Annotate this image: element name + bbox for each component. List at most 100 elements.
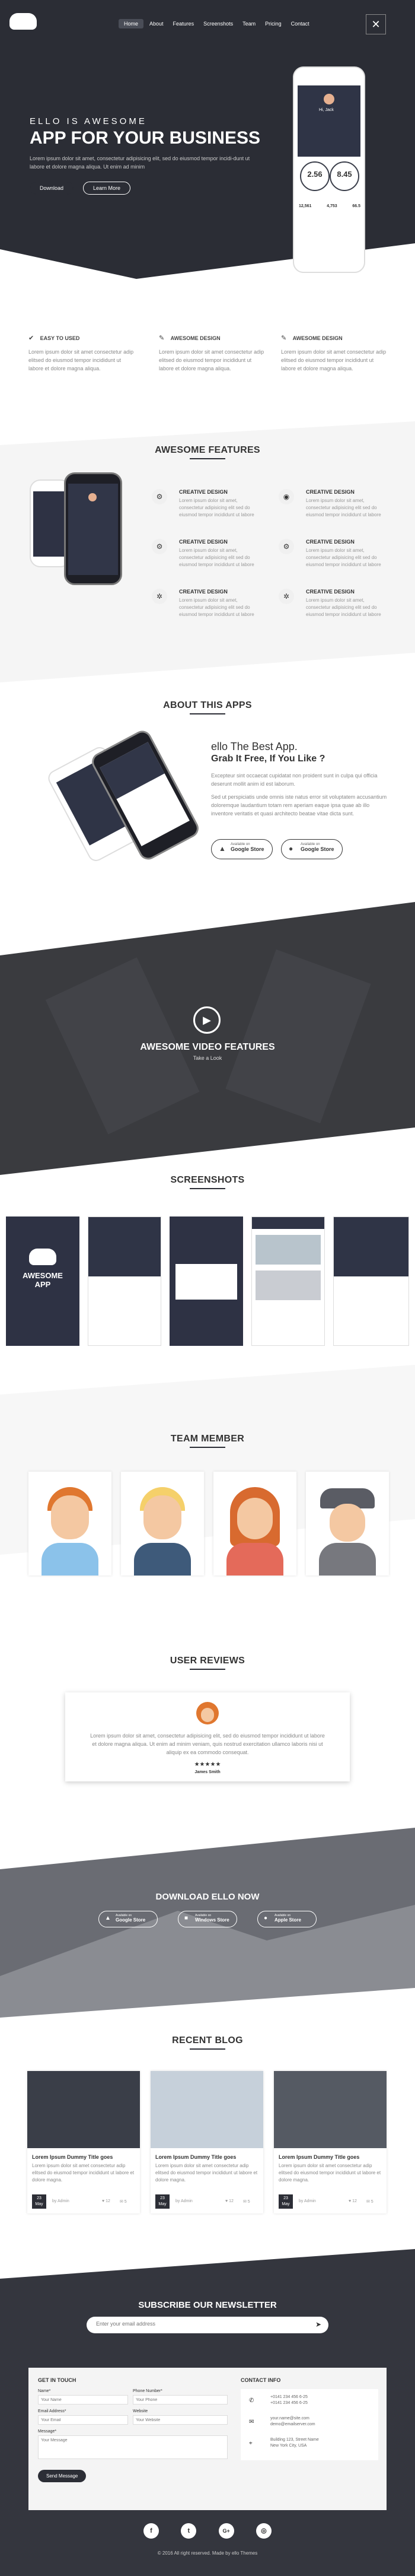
features-title: AWESOME FEATURES (155, 445, 260, 455)
name-field[interactable] (38, 2395, 128, 2405)
send-message-button[interactable]: Send Message (38, 2470, 87, 2482)
twitter-icon[interactable]: t (181, 2523, 197, 2539)
message-label: Message* (38, 2429, 57, 2434)
download-btn-windows[interactable]: ■ Available on Windows Store (178, 1911, 237, 1927)
highlight-item: ✎ AWESOME DESIGN Lorem ipsum dolor sit a… (159, 332, 266, 373)
shirt (319, 1543, 376, 1576)
blog-image (151, 2071, 263, 2148)
logo[interactable] (9, 13, 37, 30)
name-label: Name* (38, 2389, 51, 2393)
pencil-icon: ✎ (159, 335, 165, 342)
blog-author: by Admin (52, 2199, 69, 2203)
video-slants (0, 902, 415, 1175)
nav-contact[interactable]: Contact (288, 19, 313, 28)
team-member-2[interactable] (121, 1472, 204, 1576)
date-month: May (282, 2202, 290, 2206)
download-button[interactable]: Download (30, 182, 74, 195)
gear-icon: ⚙ (152, 539, 167, 554)
team-member-3[interactable] (213, 1472, 296, 1576)
cogs-icon: ✲ (279, 589, 294, 604)
dribbble-icon[interactable]: ◎ (256, 2523, 272, 2539)
face (143, 1495, 181, 1539)
features-bottom-slant (0, 653, 415, 682)
windows-icon: ■ (184, 1915, 189, 1921)
feature-desc: Lorem ipsum dolor sit amet, consectetur … (179, 498, 254, 517)
android-icon: ▲ (219, 844, 226, 853)
feature-desc: Lorem ipsum dolor sit amet, consectetur … (306, 548, 381, 567)
nav-screenshots[interactable]: Screenshots (200, 19, 237, 28)
highlight-item: ✎ AWESOME DESIGN Lorem ipsum dolor sit a… (281, 332, 388, 373)
avatar (324, 94, 334, 104)
send-icon[interactable]: ➤ (315, 2320, 321, 2329)
logo (29, 1249, 56, 1265)
google-store-button[interactable]: ▲ Available on Google Store (211, 839, 273, 859)
nav-team[interactable]: Team (239, 19, 259, 28)
download-title: DOWNLOAD ELLO NOW (155, 1892, 260, 1902)
about-p2: Sed ut perspiciatis unde omnis iste natu… (211, 794, 387, 817)
highlight-title: EASY TO USED (40, 335, 80, 341)
download-btn-google[interactable]: ▲ Available on Google Store (98, 1911, 158, 1927)
hero-section: Home About Features Screenshots Team Pri… (0, 0, 415, 279)
blog-image (27, 2071, 140, 2148)
phone-icon: ✆ (249, 2397, 254, 2404)
highlight-item: ✔ EASY TO USED Lorem ipsum dolor sit ame… (28, 332, 135, 373)
screenshot-stats[interactable] (88, 1216, 161, 1346)
about-p1: Excepteur sint occaecat cupidatat non pr… (211, 773, 378, 787)
location-icon: ⌖ (249, 2440, 253, 2447)
screenshot-splash[interactable]: AWESOME APP (6, 1216, 79, 1346)
screenshots-section: SCREENSHOTS AWESOME APP (0, 1175, 415, 1359)
title-underline (190, 1669, 225, 1670)
shirt (226, 1543, 283, 1576)
store-label: Windows Store (195, 1917, 229, 1923)
contact-address: Building 123, Street Name (270, 2438, 319, 2442)
blog-post-desc: Lorem ipsum dolor sit amet consectetur a… (32, 2163, 135, 2183)
screen-header (334, 1217, 408, 1276)
date-badge: 23 May (279, 2194, 293, 2209)
facebook-icon[interactable]: f (143, 2523, 159, 2539)
newsletter-email-input[interactable] (96, 2321, 298, 2327)
title-underline (190, 713, 225, 714)
phone-field[interactable] (133, 2395, 228, 2405)
screenshot-feed[interactable] (251, 1216, 325, 1346)
highlight-desc: Lorem ipsum dolor sit amet consectetur a… (159, 349, 264, 371)
message-field[interactable] (38, 2435, 228, 2459)
splash-text: AWESOME (23, 1271, 63, 1280)
feature-title: CREATIVE DESIGN (306, 539, 355, 545)
website-field[interactable] (133, 2415, 228, 2425)
google-plus-icon[interactable]: G+ (218, 2523, 234, 2539)
pencil-icon: ✎ (281, 335, 287, 342)
close-icon[interactable]: ✕ (366, 14, 386, 34)
store-label: Google Store (301, 846, 334, 852)
reviews-title: USER REVIEWS (170, 1656, 245, 1666)
highlight-desc: Lorem ipsum dolor sit amet consectetur a… (281, 349, 387, 371)
login-form (175, 1264, 237, 1300)
play-icon[interactable]: ▶ (193, 1006, 221, 1034)
email-field[interactable] (38, 2415, 128, 2425)
blog-title: RECENT BLOG (172, 2035, 243, 2045)
gear-icon: ⚙ (279, 539, 294, 554)
nav-features[interactable]: Features (170, 19, 198, 28)
video-sub: Take a Look (193, 1055, 222, 1061)
check-icon: ✔ (28, 335, 34, 342)
learn-more-button[interactable]: Learn More (83, 182, 131, 195)
team-member-4[interactable] (306, 1472, 389, 1576)
blog-post-3[interactable]: Lorem Ipsum Dummy Title goes Lorem ipsum… (274, 2071, 387, 2213)
about-title: ABOUT THIS APPS (163, 700, 252, 710)
screenshot-login[interactable] (170, 1216, 243, 1346)
blog-post-2[interactable]: Lorem Ipsum Dummy Title goes Lorem ipsum… (151, 2071, 263, 2213)
avatar-face (201, 1708, 214, 1722)
google-store-button[interactable]: ● Available on Google Store (281, 839, 343, 859)
nav-about[interactable]: About (146, 19, 167, 28)
blog-post-1[interactable]: Lorem Ipsum Dummy Title goes Lorem ipsum… (27, 2071, 140, 2213)
review-card: Lorem ipsum dolor sit amet, consectetur … (65, 1692, 350, 1781)
nav-home[interactable]: Home (119, 19, 144, 28)
blog-likes: ♥ 12 (349, 2199, 357, 2203)
team-member-1[interactable] (28, 1472, 111, 1576)
reviews-section: USER REVIEWS Lorem ipsum dolor sit amet,… (0, 1644, 415, 1810)
small-stat: 4,753 (327, 204, 337, 208)
stat-circle-1: 2.56 (300, 161, 330, 191)
date-badge: 23 May (155, 2194, 170, 2209)
download-btn-apple[interactable]: ● Available on Apple Store (257, 1911, 317, 1927)
screenshot-stats-2[interactable] (333, 1216, 409, 1346)
nav-pricing[interactable]: Pricing (261, 19, 285, 28)
